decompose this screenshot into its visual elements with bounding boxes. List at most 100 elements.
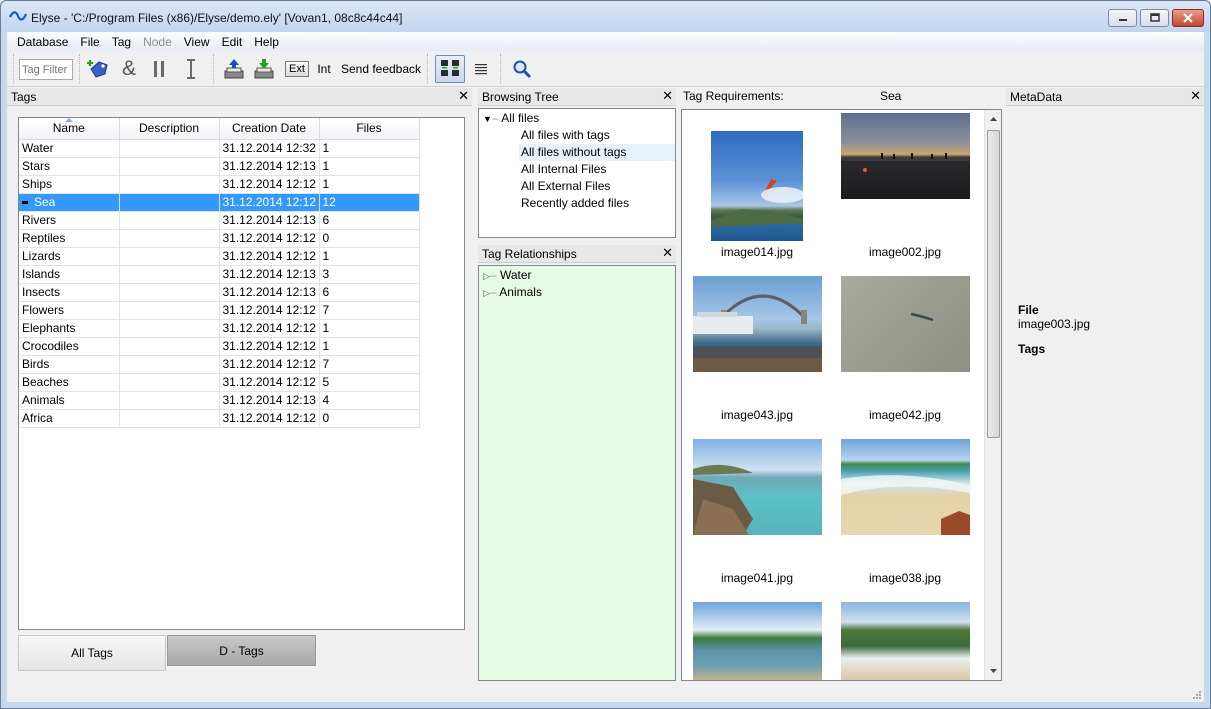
tree-item-recently-added-files[interactable]: Recently added files xyxy=(521,195,629,212)
tag-creation-date-cell: 31.12.2014 12:12 xyxy=(219,319,320,338)
tag-description-cell xyxy=(119,283,220,302)
thumbnail-coast-2[interactable] xyxy=(841,602,970,680)
harbour-bridge-icon xyxy=(693,294,822,372)
import-button[interactable] xyxy=(221,55,247,83)
beach-silhouette-icon xyxy=(841,153,970,172)
minimize-button[interactable] xyxy=(1108,9,1137,27)
tree-item-all-files-with-tags[interactable]: All files with tags xyxy=(521,127,610,144)
thumbnail-image014[interactable] xyxy=(711,131,803,241)
thumbnail-image038[interactable] xyxy=(841,439,970,535)
send-feedback-button[interactable]: Send feedback xyxy=(341,55,421,83)
tree-item-all-internal-files[interactable]: All Internal Files xyxy=(521,161,606,178)
export-button[interactable] xyxy=(251,55,277,83)
relationship-item-animals[interactable]: ▷– Animals xyxy=(483,284,542,301)
table-row[interactable]: Reptiles 31.12.2014 12:12 0 xyxy=(19,229,420,248)
thumbnail-view-button[interactable] xyxy=(435,55,465,83)
table-row[interactable]: Crocodiles 31.12.2014 12:12 1 xyxy=(19,337,420,356)
browsing-tree-header: Browsing Tree ✕ xyxy=(478,88,676,106)
tag-name-cell: Crocodiles xyxy=(19,337,120,356)
tag-description-cell xyxy=(119,139,220,158)
int-toggle-button[interactable]: Int xyxy=(313,55,335,83)
thumbnail-image043[interactable] xyxy=(693,276,822,372)
send-feedback-label: Send feedback xyxy=(340,62,422,76)
column-header-description[interactable]: Description xyxy=(119,118,220,140)
tag-files-cell: 0 xyxy=(319,409,420,428)
thumbnail-caption: image014.jpg xyxy=(720,245,794,259)
table-row[interactable]: Insects 31.12.2014 12:13 6 xyxy=(19,283,420,302)
table-row[interactable]: Rivers 31.12.2014 12:13 6 xyxy=(19,211,420,230)
and-operator-button[interactable]: & xyxy=(117,55,141,83)
scrollbar-thumb[interactable] xyxy=(987,130,1000,438)
tree-item-all-files-without-tags[interactable]: All files without tags xyxy=(519,144,675,161)
scroll-up-arrow-icon[interactable] xyxy=(985,112,1002,126)
ext-toggle-button[interactable]: Ext xyxy=(282,55,312,83)
client-area: Database File Tag Node View Edit Help & xyxy=(7,32,1204,702)
or-operator-button[interactable] xyxy=(147,55,171,83)
table-row[interactable]: Africa 31.12.2014 12:12 0 xyxy=(19,409,420,428)
menu-view[interactable]: View xyxy=(178,32,216,51)
tag-description-cell xyxy=(119,157,220,176)
thumbnail-image041[interactable] xyxy=(693,439,822,535)
column-header-creation-date[interactable]: Creation Date xyxy=(219,118,320,140)
table-row[interactable]: Water 31.12.2014 12:32 1 xyxy=(19,139,420,158)
thumbnail-coast-1[interactable] xyxy=(693,602,822,680)
tab-d-tags[interactable]: D - Tags xyxy=(167,635,316,666)
table-row[interactable]: Ships 31.12.2014 12:12 1 xyxy=(19,175,420,194)
close-browsing-tree-button[interactable]: ✕ xyxy=(662,89,673,103)
table-row[interactable]: Islands 31.12.2014 12:13 3 xyxy=(19,265,420,284)
thumbnail-image002[interactable] xyxy=(841,113,970,199)
tag-files-cell: 6 xyxy=(319,283,420,302)
list-view-button[interactable] xyxy=(470,55,492,83)
tags-header-row: Name Description Creation Date Files xyxy=(19,118,420,140)
menu-tag[interactable]: Tag xyxy=(106,32,137,51)
thumbnail-caption: image043.jpg xyxy=(720,408,794,422)
table-row[interactable]: Beaches 31.12.2014 12:12 5 xyxy=(19,373,420,392)
table-row[interactable]: Flowers 31.12.2014 12:12 7 xyxy=(19,301,420,320)
thumbnail-caption: image041.jpg xyxy=(720,571,794,585)
tree-item-all-external-files[interactable]: All External Files xyxy=(521,178,610,195)
menu-edit[interactable]: Edit xyxy=(216,32,249,51)
maximize-button[interactable] xyxy=(1140,9,1169,27)
menu-file[interactable]: File xyxy=(74,32,105,51)
menu-help[interactable]: Help xyxy=(248,32,285,51)
search-button[interactable] xyxy=(509,55,535,83)
column-header-name[interactable]: Name xyxy=(19,118,120,140)
table-row[interactable]: Stars 31.12.2014 12:13 1 xyxy=(19,157,420,176)
scroll-down-arrow-icon[interactable] xyxy=(985,664,1002,678)
browsing-tree: ▼– All files All files with tags All fil… xyxy=(478,108,676,238)
tag-files-cell: 1 xyxy=(319,139,420,158)
toolbar: & xyxy=(7,51,1204,87)
menu-database[interactable]: Database xyxy=(11,32,74,51)
text-cursor-button[interactable] xyxy=(179,55,203,83)
close-tags-panel-button[interactable]: ✕ xyxy=(458,89,469,103)
table-row[interactable]: Lizards 31.12.2014 12:12 1 xyxy=(19,247,420,266)
tag-filter-input[interactable] xyxy=(19,59,73,80)
int-label: Int xyxy=(317,62,331,76)
close-window-button[interactable] xyxy=(1172,9,1204,27)
relationship-item-water[interactable]: ▷– Water xyxy=(483,267,532,284)
selection-marker-icon xyxy=(22,201,28,205)
image-grid-scrollbar[interactable] xyxy=(984,110,1001,680)
table-row[interactable]: Elephants 31.12.2014 12:12 1 xyxy=(19,319,420,338)
resize-grip-icon[interactable] xyxy=(1192,690,1202,700)
tag-files-cell: 6 xyxy=(319,211,420,230)
tag-description-cell xyxy=(119,193,220,212)
thumbnail-image042[interactable] xyxy=(841,276,970,372)
tag-creation-date-cell: 31.12.2014 12:13 xyxy=(219,283,320,302)
table-row[interactable]: Sea 31.12.2014 12:12 12 xyxy=(19,193,420,212)
table-row[interactable]: Animals 31.12.2014 12:13 4 xyxy=(19,391,420,410)
close-tag-relationships-button[interactable]: ✕ xyxy=(662,246,673,260)
table-row[interactable]: Birds 31.12.2014 12:12 7 xyxy=(19,355,420,374)
tree-item-all-files[interactable]: ▼– All files xyxy=(483,110,539,127)
tag-description-cell xyxy=(119,337,220,356)
close-metadata-panel-button[interactable]: ✕ xyxy=(1190,89,1201,103)
tag-name-cell: Sea xyxy=(19,193,120,212)
beach-icon xyxy=(841,475,970,535)
tab-all-tags[interactable]: All Tags xyxy=(18,635,166,671)
menu-node[interactable]: Node xyxy=(137,32,178,51)
tag-name-cell: Elephants xyxy=(19,319,120,338)
title-bar[interactable]: Elyse - 'C:/Program Files (x86)/Elyse/de… xyxy=(1,1,1210,32)
column-header-files[interactable]: Files xyxy=(319,118,420,140)
tag-files-cell: 1 xyxy=(319,319,420,338)
add-tag-button[interactable] xyxy=(85,55,113,83)
